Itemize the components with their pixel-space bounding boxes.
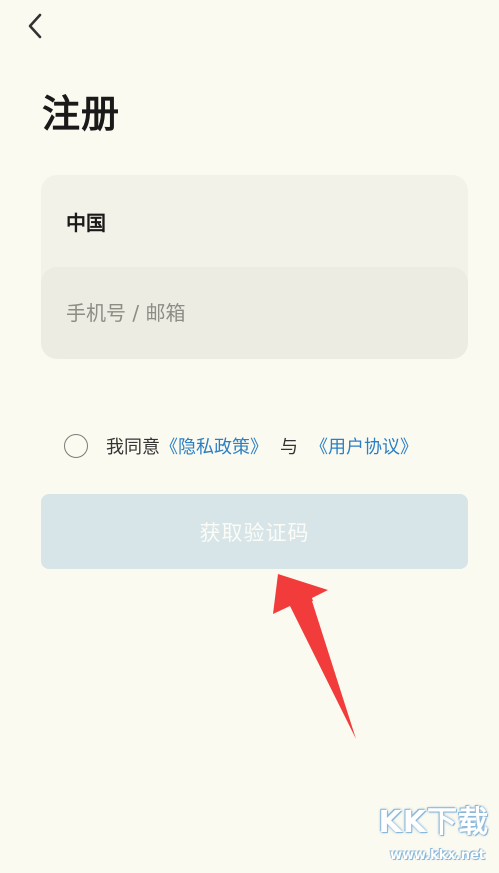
- phone-email-input[interactable]: [41, 267, 468, 359]
- watermark-logo: KK下载: [378, 805, 489, 840]
- register-form-card: 中国: [41, 175, 468, 359]
- country-selector[interactable]: 中国: [41, 175, 468, 267]
- watermark: KK下载 www.kkx.net: [339, 797, 489, 867]
- page-title: 注册: [42, 92, 121, 136]
- back-button[interactable]: [18, 8, 54, 44]
- agree-prefix: 我同意: [106, 437, 160, 458]
- chevron-left-icon: [28, 13, 42, 39]
- agree-checkbox[interactable]: [64, 434, 88, 458]
- user-agreement-link[interactable]: 《用户协议》: [310, 433, 418, 459]
- watermark-url: www.kkx.net: [389, 848, 485, 863]
- get-verification-code-button[interactable]: 获取验证码: [41, 494, 468, 569]
- agreement-row: 我同意 《隐私政策》 与 《用户协议》: [64, 430, 418, 462]
- agree-conjunction: 与: [280, 437, 298, 458]
- privacy-policy-link[interactable]: 《隐私政策》: [160, 433, 268, 459]
